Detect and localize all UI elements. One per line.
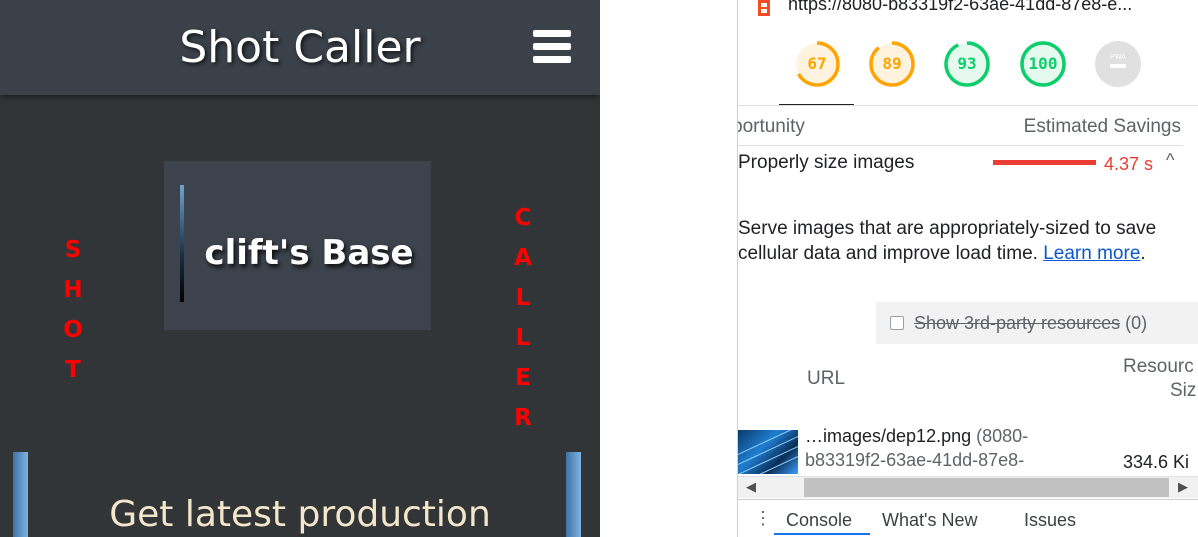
file-host-continued: b83319f2-63ae-41dd-87e8- [805,450,1025,470]
base-card[interactable]: clift's Base [164,161,431,330]
scroll-left-icon[interactable]: ◀ [746,479,756,495]
resource-size-column-header-line2: Siz [1170,380,1197,401]
more-vertical-icon[interactable]: ⋮ [754,509,772,527]
panel-gap [600,0,738,537]
letter: L [515,325,531,351]
pwa-label: PWA [1110,54,1126,61]
description-suffix: . [1140,243,1146,264]
tab-whats-new[interactable]: What's New [882,510,977,531]
learn-more-link[interactable]: Learn more [1043,243,1140,264]
site-title: Shot Caller [179,22,421,73]
score-gauge-accessibility[interactable]: 89 [868,40,916,88]
lighthouse-panel: https://8080-b83319f2-63ae-41dd-87e8-e..… [738,0,1198,537]
score-value: 89 [882,54,902,73]
scroll-right-icon[interactable]: ▶ [1178,479,1188,495]
screen: Shot Caller clift's Base S H O T C A L L… [0,0,1198,537]
resource-size-column-header: Resourc [1123,356,1194,377]
letter: H [63,277,83,303]
letter: C [514,205,532,231]
letter: S [64,237,82,263]
third-party-label-text: Show 3rd-party resources [914,313,1121,333]
score-gauges: 67 89 93 100 PWA [738,40,1198,100]
estimated-savings-column-label: Estimated Savings [1023,116,1181,137]
site-header: Shot Caller [0,0,600,95]
tab-issues[interactable]: Issues [1024,510,1076,531]
opportunity-header: portunity Estimated Savings [738,116,1198,138]
letter: L [515,285,531,311]
file-size: 334.6 Ki [1123,452,1190,472]
savings-value: 4.37 s [1104,154,1154,174]
third-party-count: (0) [1125,313,1148,333]
file-name: …images/dep12.png [805,426,972,446]
third-party-label: Show 3rd-party resources (0) [914,313,1147,334]
section-heading: Get latest production [109,494,491,535]
base-card-label: clift's Base [204,233,414,273]
hamburger-menu-icon[interactable] [533,30,571,64]
savings-bar [993,160,1096,165]
score-value: 93 [957,54,977,73]
chevron-up-icon[interactable]: ^ [1166,150,1174,171]
horizontal-scrollbar[interactable]: ◀ ▶ [738,476,1198,498]
third-party-checkbox[interactable] [890,316,904,330]
tab-console[interactable]: Console [786,510,852,531]
active-tab-indicator [774,533,870,535]
score-value: 100 [1028,54,1058,73]
score-gauge-seo[interactable]: 100 [1019,40,1067,88]
vertical-text-caller: C A L L E R [508,198,538,438]
table-row-file[interactable]: …images/dep12.png (8080- [805,426,1028,447]
lighthouse-icon [758,0,770,16]
score-value: 67 [807,54,827,73]
pwa-badge-icon[interactable]: PWA [1094,40,1142,88]
url-column-header: URL [807,368,846,389]
letter: O [63,317,83,343]
vertical-text-shot: S H O T [58,230,88,390]
file-host: (8080- [976,426,1029,446]
scrollbar-thumb[interactable] [804,478,1169,497]
pwa-badge-graphic: PWA [1095,41,1141,87]
report-url-bar: https://8080-b83319f2-63ae-41dd-87e8-e..… [738,0,1198,18]
letter: T [65,357,81,383]
third-party-filter: Show 3rd-party resources (0) [876,302,1198,344]
score-gauge-performance[interactable]: 67 [793,40,841,88]
divider [738,105,1198,106]
divider [738,145,1183,146]
letter: A [514,245,532,271]
letter: R [514,405,532,431]
audit-description: Serve images that are appropriately-size… [738,216,1178,266]
report-url[interactable]: https://8080-b83319f2-63ae-41dd-87e8-e..… [788,0,1188,15]
score-gauge-best-practices[interactable]: 93 [943,40,991,88]
letter: E [515,365,531,391]
audit-title[interactable]: Properly size images [738,152,914,174]
image-thumbnail [738,430,798,474]
opportunity-column-label: portunity [738,116,805,137]
devtools-drawer: ⋮ Console What's New Issues [738,499,1198,537]
mobile-preview: Shot Caller clift's Base S H O T C A L L… [0,0,600,537]
